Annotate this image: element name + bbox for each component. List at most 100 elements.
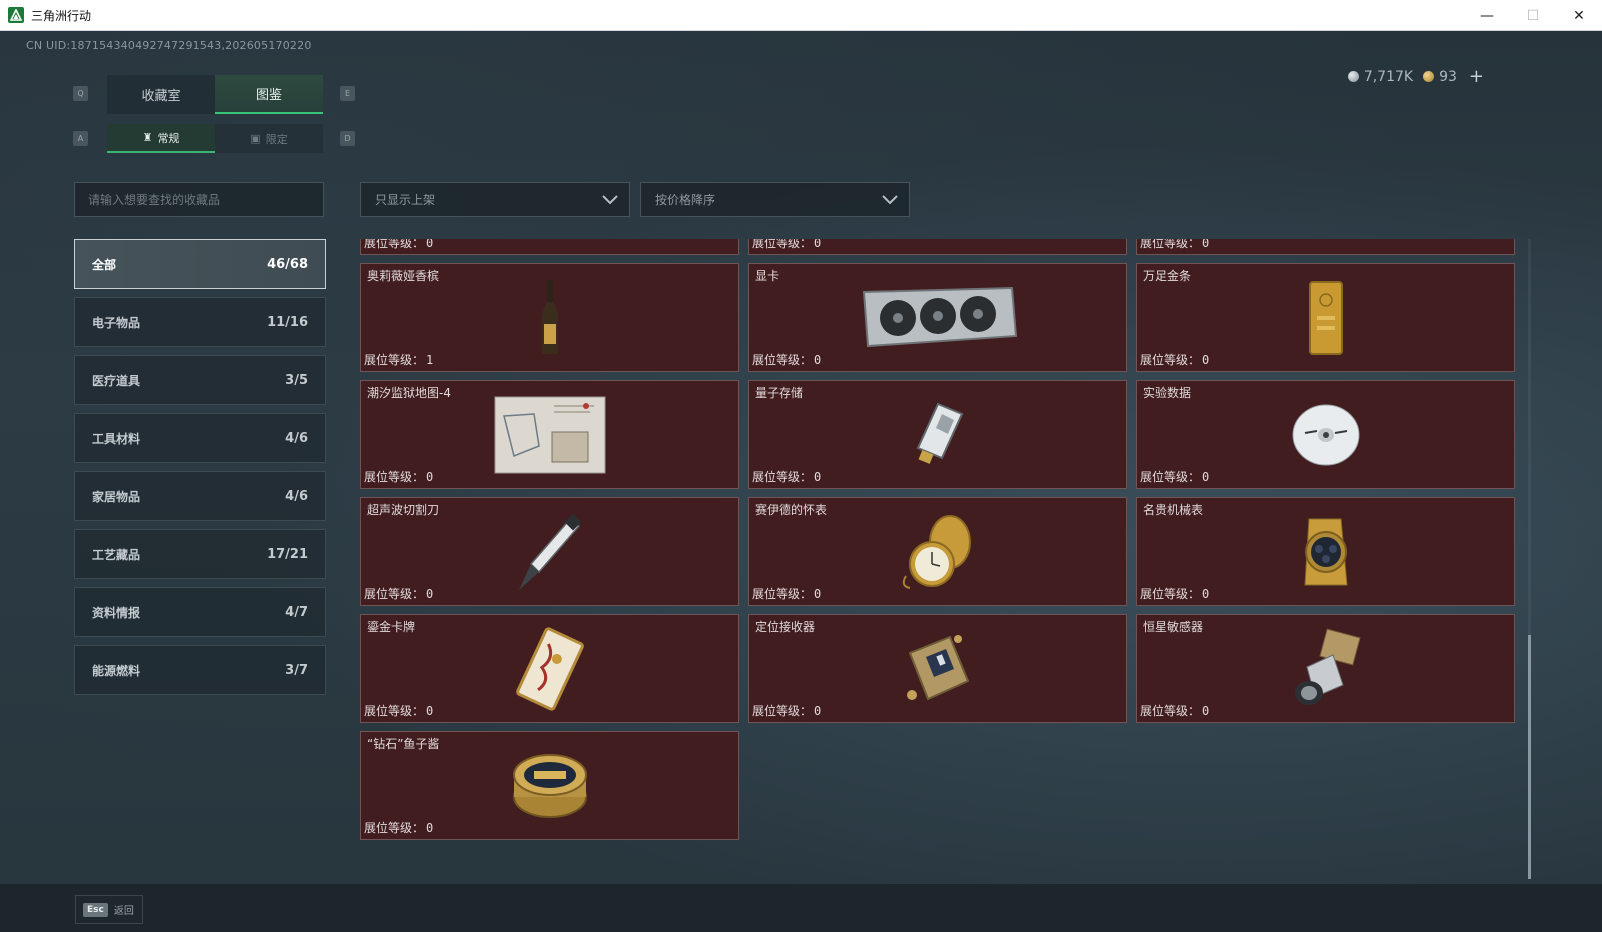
item-card-star-sensor[interactable]: 恒星敏感器 展位等级： 0 <box>1136 614 1515 723</box>
tab-codex[interactable]: 图鉴 <box>215 75 323 114</box>
item-name: 实验数据 <box>1143 386 1192 400</box>
item-card-pocket-watch[interactable]: 赛伊德的怀表 展位等级： 0 <box>748 497 1127 606</box>
minimize-button[interactable]: — <box>1464 0 1510 31</box>
category-count: 4/7 <box>285 604 308 620</box>
gps-receiver-icon <box>906 634 969 700</box>
item-name: 赛伊德的怀表 <box>755 503 828 517</box>
item-name: 超声波切割刀 <box>367 503 440 517</box>
bottom-bar: Esc 返回 <box>0 884 1602 932</box>
sort-value: 按价格降序 <box>655 193 716 207</box>
item-level: 展位等级： 1 <box>364 353 434 367</box>
back-button[interactable]: Esc 返回 <box>75 895 143 924</box>
listing-filter-dropdown[interactable]: 只显示上架 <box>360 182 630 217</box>
subtab-regular[interactable]: ♜ 常规 <box>107 124 215 153</box>
category-count: 3/5 <box>285 372 308 388</box>
item-card[interactable]: 展位等级： 0 <box>360 239 739 255</box>
item-level: 展位等级： 0 <box>364 587 434 601</box>
item-card-luxury-watch[interactable]: 名贵机械表 展位等级： 0 <box>1136 497 1515 606</box>
item-card-gps-receiver[interactable]: 定位接收器 展位等级： 0 <box>748 614 1127 723</box>
pocket-watch-icon <box>902 514 971 589</box>
game-viewport: CN UID:187154340492747291543,20260517022… <box>0 31 1602 884</box>
subtab-limited[interactable]: ▣ 限定 <box>215 124 323 153</box>
gold-bar-icon <box>1308 280 1343 355</box>
subtab-limited-label: 限定 <box>265 132 288 146</box>
item-card-caviar[interactable]: “钻石”鱼子酱 展位等级： 0 <box>360 731 739 840</box>
quantum-storage-icon <box>916 402 963 464</box>
collection-search-input[interactable] <box>74 182 324 217</box>
item-card-prison-map[interactable]: 潮汐监狱地图-4 展位等级： 0 <box>360 380 739 489</box>
category-label: 医疗道具 <box>92 373 141 388</box>
category-label: 工艺藏品 <box>92 547 141 562</box>
item-level: 展位等级： 0 <box>1140 704 1210 718</box>
category-label: 能源燃料 <box>92 663 141 678</box>
window-titlebar: 三角洲行动 — ☐ ✕ <box>0 0 1602 31</box>
item-level: 展位等级： 0 <box>752 704 822 718</box>
category-tools[interactable]: 工具材料 4/6 <box>74 413 326 463</box>
item-name: 量子存储 <box>755 386 804 400</box>
grid-scrollbar[interactable] <box>1528 239 1531 879</box>
item-card-gold-bar[interactable]: 万足金条 展位等级： 0 <box>1136 263 1515 372</box>
star-sensor-icon <box>1294 627 1361 705</box>
delta-force-logo-icon <box>8 7 24 23</box>
category-household[interactable]: 家居物品 4/6 <box>74 471 326 521</box>
caviar-tin-icon <box>512 753 587 818</box>
category-intel[interactable]: 资料情报 4/7 <box>74 587 326 637</box>
category-all[interactable]: 全部 46/68 <box>74 239 326 289</box>
item-card-ultrasonic-cutter[interactable]: 超声波切割刀 展位等级： 0 <box>360 497 739 606</box>
gilded-card-icon <box>515 626 584 711</box>
item-card[interactable]: 展位等级： 0 <box>748 239 1127 255</box>
ultrasonic-cutter-icon <box>518 513 581 590</box>
main-tabs: 收藏室 图鉴 <box>107 75 323 114</box>
category-fuel[interactable]: 能源燃料 3/7 <box>74 645 326 695</box>
item-name: 定位接收器 <box>755 620 816 634</box>
category-count: 4/6 <box>285 430 308 446</box>
key-hint-d: D <box>340 131 355 146</box>
collectible-grid: 展位等级： 0 展位等级： 0 展位等级： 0 奥莉薇娅香槟 展位等级： 1 显卡 <box>358 239 1530 879</box>
currency-display: 7,717K 93 + <box>1347 66 1484 87</box>
item-level: 展位等级： 0 <box>1140 353 1210 367</box>
category-label: 家居物品 <box>92 489 141 504</box>
item-card-experiment-data[interactable]: 实验数据 展位等级： 0 <box>1136 380 1515 489</box>
item-card-quantum-storage[interactable]: 量子存储 展位等级： 0 <box>748 380 1127 489</box>
picture-icon: ▣ <box>250 132 261 145</box>
category-count: 46/68 <box>267 256 308 272</box>
close-button[interactable]: ✕ <box>1556 0 1602 31</box>
item-level: 展位等级： 0 <box>752 587 822 601</box>
item-level: 展位等级： 0 <box>364 704 434 718</box>
back-label: 返回 <box>113 906 134 917</box>
data-disc-icon <box>1292 404 1359 465</box>
tab-collection-room[interactable]: 收藏室 <box>107 75 215 114</box>
maximize-button[interactable]: ☐ <box>1510 0 1556 31</box>
item-card[interactable]: 展位等级： 0 <box>1136 239 1515 255</box>
chevron-down-icon <box>602 195 618 205</box>
item-name: 奥莉薇娅香槟 <box>367 269 440 283</box>
window-controls: — ☐ ✕ <box>1464 0 1602 31</box>
key-hint-e: E <box>340 86 355 101</box>
item-level: 展位等级： 0 <box>1140 239 1210 250</box>
item-name: 潮汐监狱地图-4 <box>367 386 451 400</box>
item-level: 展位等级： 0 <box>752 470 822 484</box>
sub-tabs: ♜ 常规 ▣ 限定 <box>107 124 323 153</box>
item-card-gilded-card[interactable]: 鎏金卡牌 展位等级： 0 <box>360 614 739 723</box>
item-name: 鎏金卡牌 <box>367 620 416 634</box>
category-count: 17/21 <box>267 546 308 562</box>
silver-amount: 7,717K <box>1363 68 1414 85</box>
key-hint-q: Q <box>73 86 88 101</box>
item-card-graphics-card[interactable]: 显卡 展位等级： 0 <box>748 263 1127 372</box>
item-name: 名贵机械表 <box>1143 503 1204 517</box>
category-crafts[interactable]: 工艺藏品 17/21 <box>74 529 326 579</box>
category-label: 电子物品 <box>92 315 141 330</box>
add-currency-button[interactable]: + <box>1469 66 1484 87</box>
gold-amount: 93 <box>1439 68 1457 85</box>
category-electronics[interactable]: 电子物品 11/16 <box>74 297 326 347</box>
category-medical[interactable]: 医疗道具 3/5 <box>74 355 326 405</box>
category-label: 工具材料 <box>92 431 141 446</box>
item-level: 展位等级： 0 <box>1140 587 1210 601</box>
item-card-champagne[interactable]: 奥莉薇娅香槟 展位等级： 1 <box>360 263 739 372</box>
chevron-down-icon <box>882 195 898 205</box>
scrollbar-thumb[interactable] <box>1528 635 1531 879</box>
item-name: 恒星敏感器 <box>1143 620 1204 634</box>
item-name: 万足金条 <box>1143 269 1192 283</box>
silver-coin-icon <box>1347 70 1359 82</box>
sort-dropdown[interactable]: 按价格降序 <box>640 182 910 217</box>
